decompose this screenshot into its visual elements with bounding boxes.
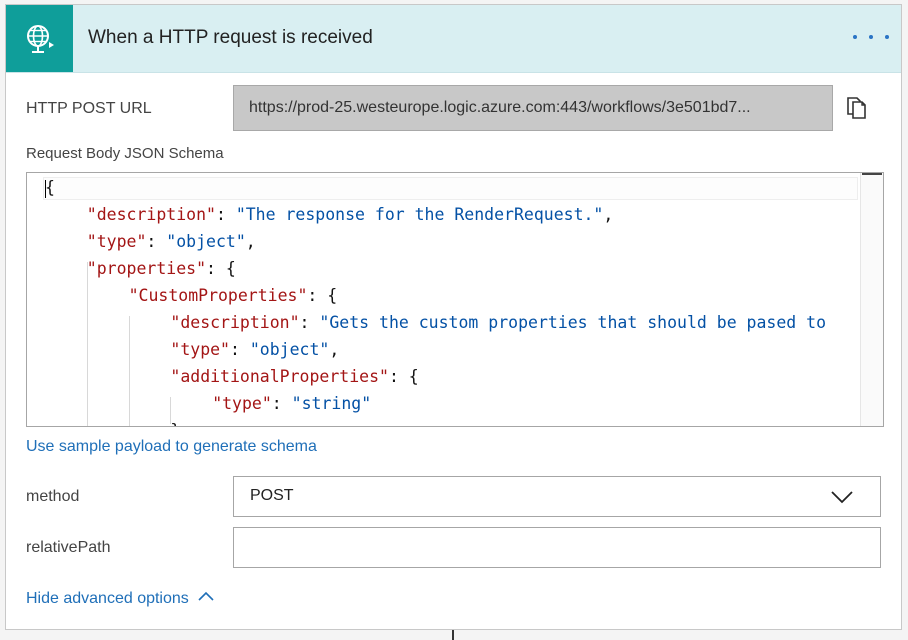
chevron-up-icon — [198, 591, 214, 601]
relative-path-label: relativePath — [26, 539, 111, 556]
code-token: "The response for the RenderRequest." — [235, 205, 604, 224]
code-line: "description": "Gets the custom properti… — [170, 312, 826, 334]
card-title: When a HTTP request is received — [88, 27, 373, 48]
code-line: { — [45, 177, 55, 199]
indent-guide — [170, 397, 172, 424]
method-select[interactable]: POST — [233, 476, 881, 517]
indent-guide — [86, 262, 88, 426]
code-token: : { — [307, 286, 338, 305]
code-line: "type": "object", — [87, 231, 256, 253]
http-post-url-label: HTTP POST URL — [26, 100, 152, 117]
sample-payload-link[interactable]: Use sample payload to generate schema — [26, 438, 317, 456]
hide-advanced-options-label: Hide advanced options — [26, 590, 189, 607]
code-token: "Gets the custom properties that should … — [319, 313, 827, 332]
code-token: "object" — [249, 340, 330, 359]
code-token: : — [215, 205, 236, 224]
code-token: : { — [206, 259, 236, 278]
code-token: "object" — [166, 232, 246, 251]
ellipsis-dot — [869, 35, 873, 39]
code-token: : — [271, 394, 292, 413]
request-body-schema-label: Request Body JSON Schema — [26, 145, 224, 162]
code-token: "string" — [291, 394, 372, 413]
code-line: "type": "string" — [212, 393, 371, 415]
code-line: "type": "object", — [170, 339, 339, 361]
code-line: "CustomProperties": { — [129, 285, 338, 307]
code-token: : — [146, 232, 167, 251]
http-post-url-field[interactable]: https://prod-25.westeurope.logic.azure.c… — [233, 85, 833, 131]
code-line: "properties": { — [87, 258, 236, 280]
json-schema-editor[interactable]: { "description": "The response for the Re… — [26, 172, 884, 427]
code-token: "type" — [212, 394, 272, 413]
code-token: "type" — [86, 232, 147, 251]
code-token: "additionalProperties" — [170, 367, 389, 386]
method-value: POST — [250, 487, 294, 504]
chevron-down-icon — [831, 491, 853, 504]
trigger-card: When a HTTP request is received HTTP POS… — [5, 4, 902, 630]
ellipsis-icon[interactable] — [853, 25, 889, 49]
copy-icon[interactable] — [844, 95, 870, 121]
method-label: method — [26, 488, 80, 505]
card-header[interactable]: When a HTTP request is received — [6, 5, 901, 73]
hide-advanced-options-link[interactable]: Hide advanced options — [26, 590, 215, 608]
current-line-highlight — [43, 177, 858, 200]
code-token: } — [170, 421, 180, 426]
code-token: : — [299, 313, 320, 332]
flow-connector — [452, 630, 454, 640]
editor-scrollbar[interactable] — [860, 173, 883, 426]
code-token: : — [230, 340, 250, 359]
relative-path-input[interactable] — [233, 527, 881, 568]
code-token: "properties" — [86, 259, 207, 278]
code-token: , — [329, 340, 340, 359]
globe-request-icon — [6, 5, 73, 72]
code-token: , — [603, 205, 614, 224]
indent-guide — [128, 316, 130, 426]
code-line: } — [170, 420, 180, 426]
ellipsis-dot — [853, 35, 857, 39]
code-token: , — [245, 232, 256, 251]
code-token: "type" — [170, 340, 230, 359]
code-line: "additionalProperties": { — [170, 366, 418, 388]
code-token: : { — [388, 367, 419, 386]
code-token: { — [45, 178, 55, 197]
code-token: "CustomProperties" — [128, 286, 308, 305]
scrollbar-thumb[interactable] — [862, 173, 882, 175]
code-line: "description": "The response for the Ren… — [87, 204, 614, 226]
code-token: "description" — [86, 205, 216, 224]
ellipsis-dot — [885, 35, 889, 39]
code-token: "description" — [170, 313, 300, 332]
